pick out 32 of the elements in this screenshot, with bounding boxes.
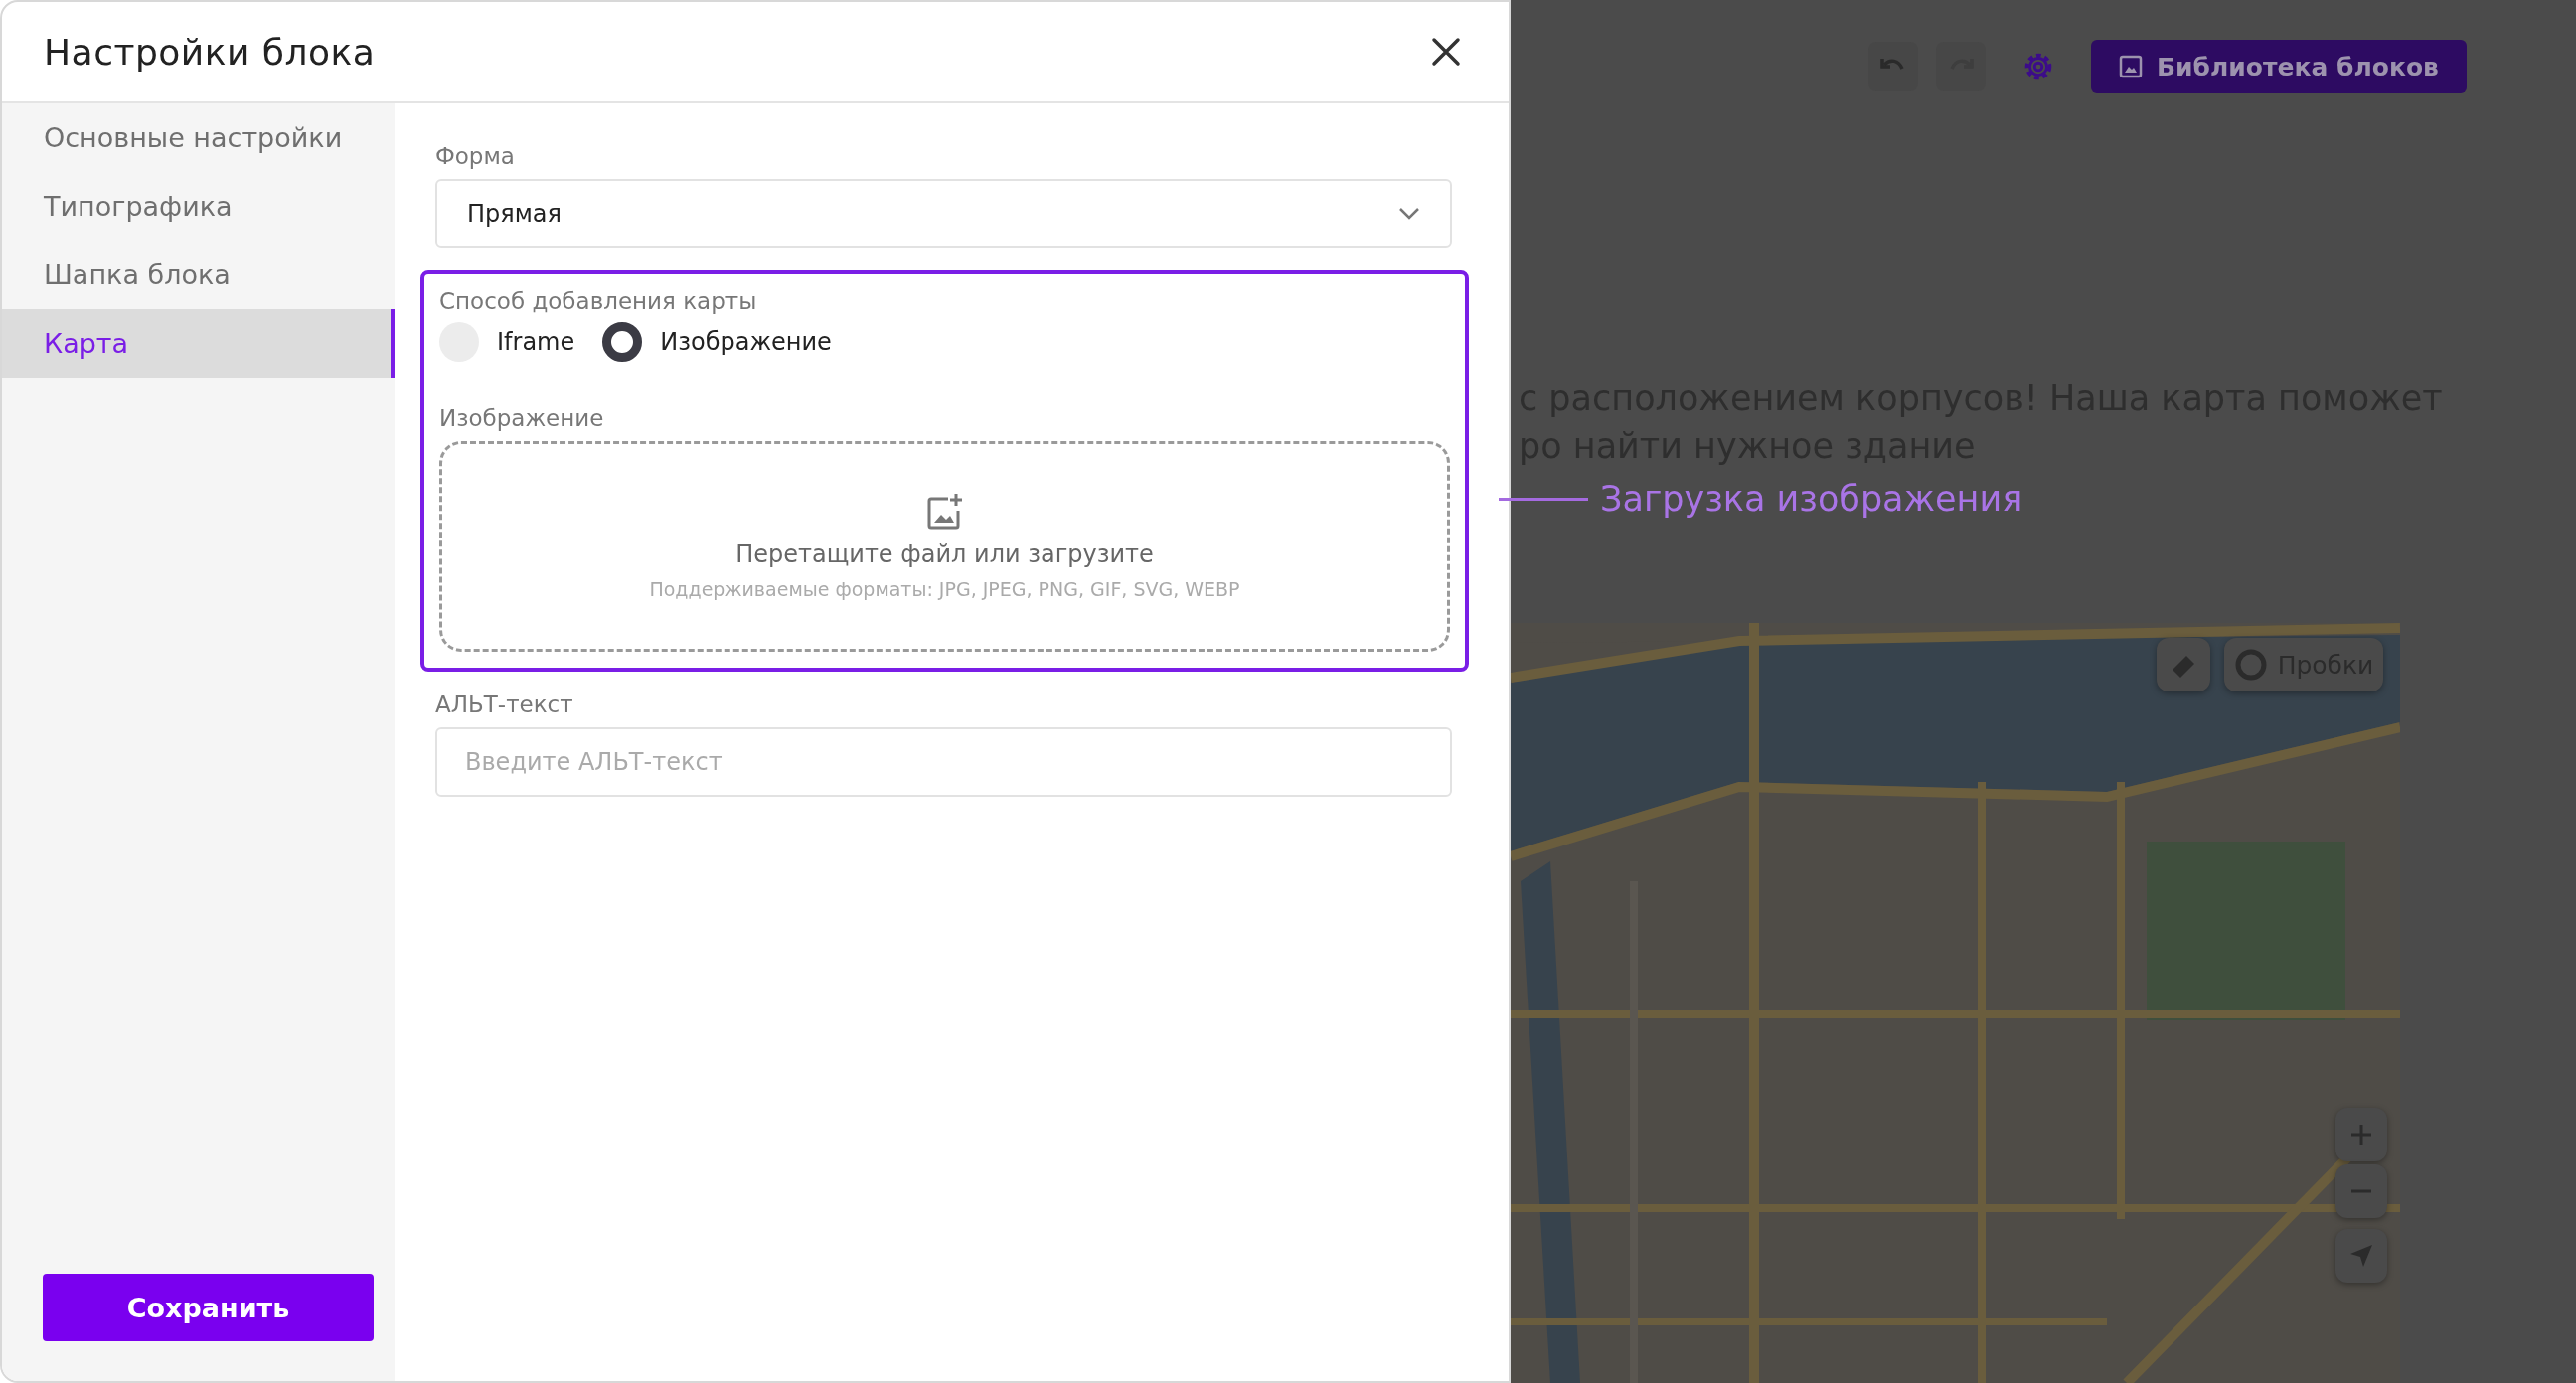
plus-icon <box>2349 1123 2373 1147</box>
zoom-out-button[interactable] <box>2335 1164 2387 1218</box>
annotation-label: Загрузка изображения <box>1600 479 2023 519</box>
dialog-title: Настройки блока <box>44 31 376 73</box>
radio-button[interactable] <box>602 322 643 362</box>
radio-label: Изображение <box>660 328 832 356</box>
sidebar-item[interactable]: Карта <box>2 309 395 378</box>
dropzone-text: Перетащите файл или загрузите <box>735 540 1154 568</box>
sidebar-item[interactable]: Типографика <box>2 172 395 240</box>
field-label: Способ добавления карты <box>439 288 758 314</box>
chevron-down-icon <box>1398 207 1420 221</box>
field-label: Изображение <box>439 405 605 431</box>
alt-text-field[interactable]: Введите АЛЬТ-текст <box>435 727 1452 797</box>
navigation-arrow-icon <box>2348 1243 2374 1269</box>
undo-button[interactable] <box>1868 42 1918 91</box>
file-dropzone[interactable]: Перетащите файл или загрузите Поддерживаемые форматы: JPG, JPEG, PNG, GIF, SVG, WEBP <box>439 441 1450 652</box>
save-button[interactable]: Сохранить <box>43 1274 374 1341</box>
radio-label: Iframe <box>497 328 575 356</box>
block-library-button[interactable]: Библиотека блоков <box>2091 40 2467 93</box>
locate-button[interactable] <box>2335 1229 2387 1283</box>
sidebar-item[interactable]: Шапка блока <box>2 240 395 309</box>
zoom-in-button[interactable] <box>2335 1108 2387 1161</box>
field-label: Форма <box>435 143 516 169</box>
field-label: АЛЬТ-текст <box>435 692 574 717</box>
radio-option[interactable]: Изображение <box>602 322 832 362</box>
ruler-button[interactable] <box>2157 638 2210 692</box>
sidebar-item[interactable]: Основные настройки <box>2 103 395 172</box>
radio-option[interactable]: Iframe <box>439 322 575 362</box>
image-icon <box>2119 55 2143 78</box>
shape-dropdown[interactable]: Прямая <box>435 179 1452 248</box>
dropzone-hint: Поддерживаемые форматы: JPG, JPEG, PNG, GIF, SVG, WEBP <box>649 578 1240 600</box>
add-image-icon <box>925 493 964 531</box>
